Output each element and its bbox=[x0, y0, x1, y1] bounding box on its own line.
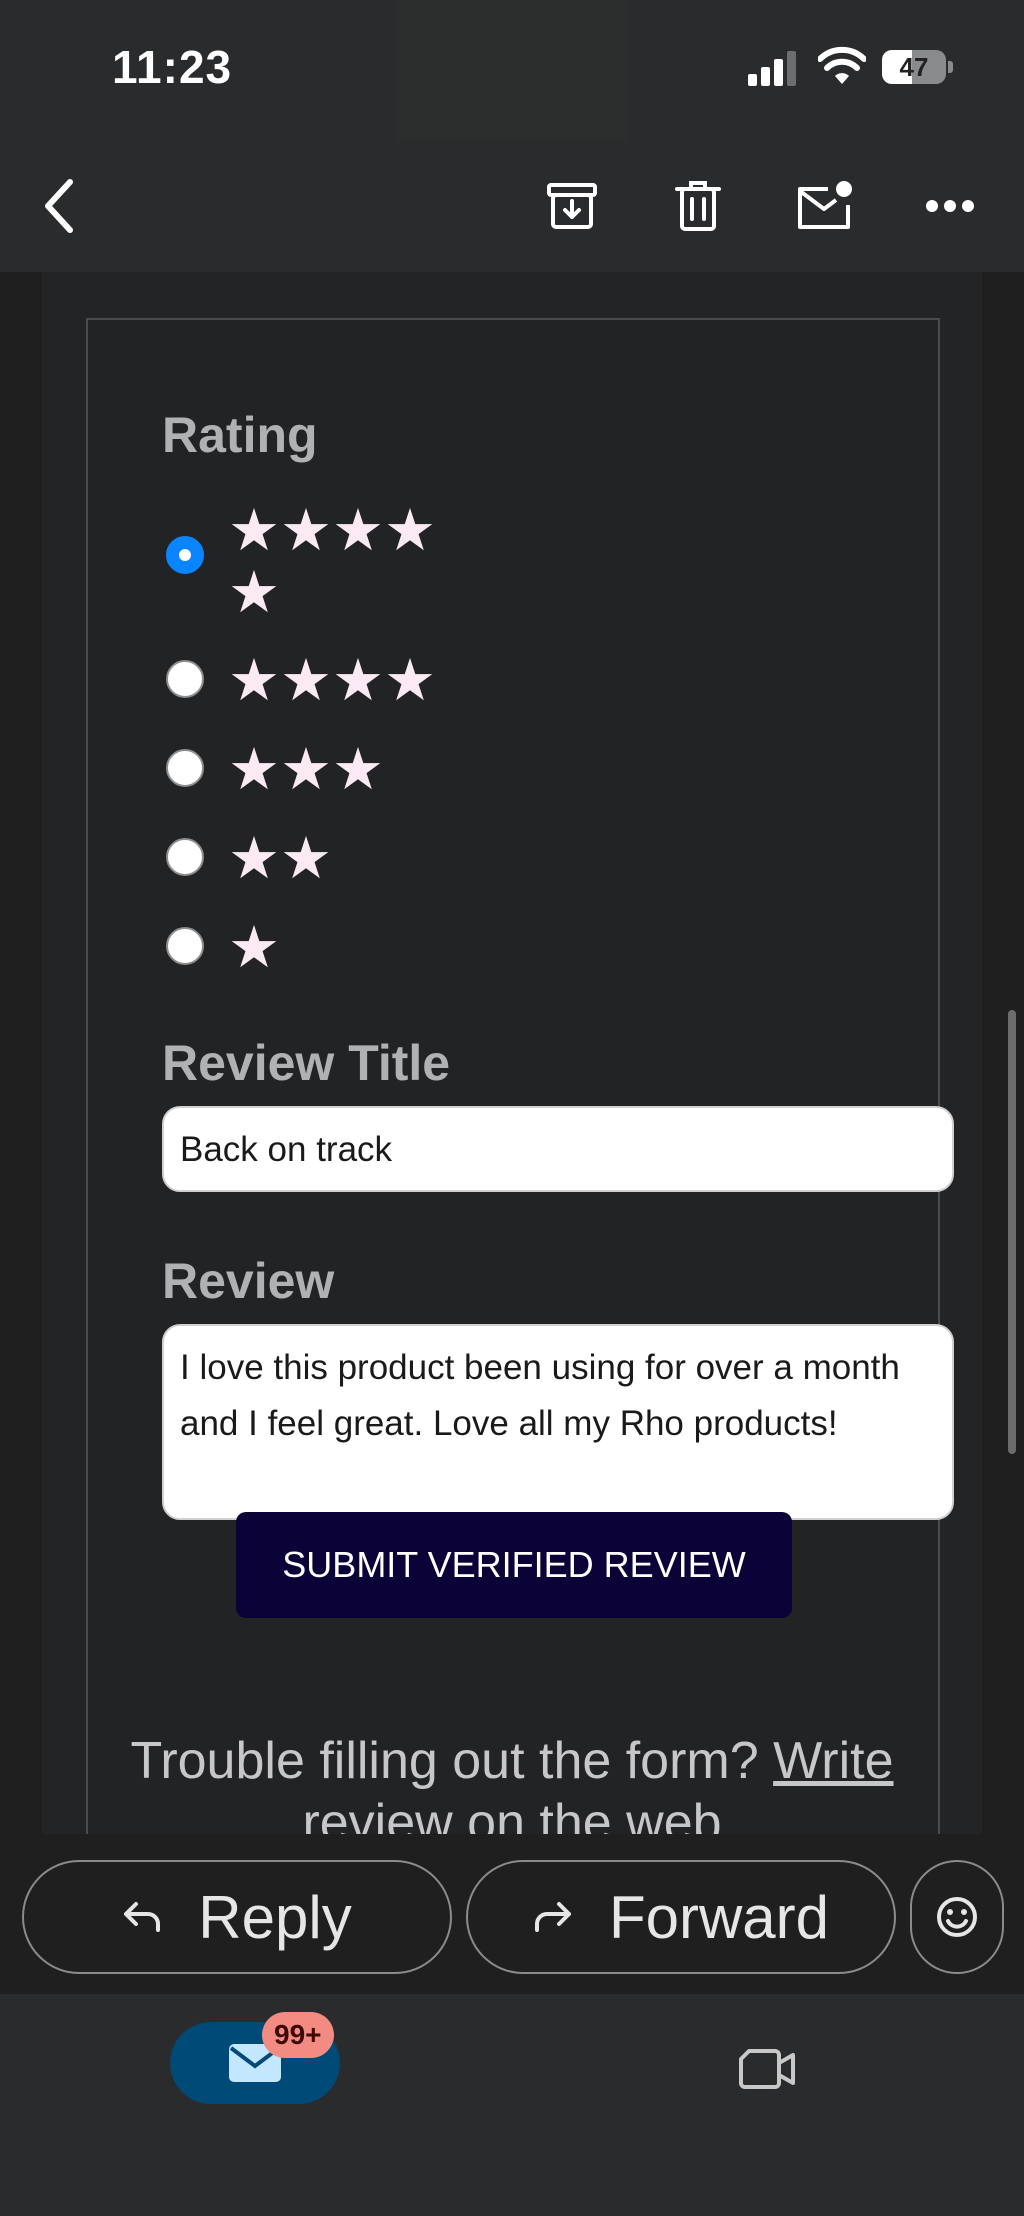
mail-unread-icon bbox=[798, 181, 852, 229]
rating-radio-2[interactable] bbox=[166, 838, 204, 876]
more-options-button[interactable] bbox=[906, 162, 994, 250]
review-textarea[interactable]: I love this product been using for over … bbox=[162, 1324, 954, 1520]
trouble-text: Trouble filling out the form? bbox=[130, 1732, 774, 1790]
rating-stars-4: ★★★★ bbox=[228, 646, 436, 714]
rating-stars-5-line2: ★ bbox=[228, 558, 280, 626]
rating-option-4[interactable]: ★★★★ bbox=[166, 648, 686, 718]
rating-option-1[interactable]: ★ bbox=[166, 915, 686, 985]
meet-tab[interactable] bbox=[724, 2034, 810, 2104]
bottom-navigation: 99+ bbox=[0, 1994, 1024, 2216]
rating-radio-1[interactable] bbox=[166, 927, 204, 965]
reply-bar: Reply Forward bbox=[0, 1834, 1024, 1994]
mark-unread-button[interactable] bbox=[780, 162, 868, 250]
rating-option-2[interactable]: ★★ bbox=[166, 826, 686, 896]
rating-stars-2: ★★ bbox=[228, 824, 332, 892]
archive-button[interactable] bbox=[528, 162, 616, 250]
rating-label: Rating bbox=[162, 407, 318, 463]
rating-radio-5[interactable] bbox=[166, 536, 204, 574]
more-horizontal-icon bbox=[926, 200, 974, 212]
rating-radio-3[interactable] bbox=[166, 749, 204, 787]
trash-icon bbox=[675, 181, 721, 231]
chevron-left-icon bbox=[45, 179, 73, 233]
unread-badge: 99+ bbox=[262, 2012, 334, 2058]
submit-review-button[interactable]: SUBMIT VERIFIED REVIEW bbox=[236, 1512, 792, 1618]
video-camera-icon bbox=[739, 2049, 795, 2089]
rating-stars-1: ★ bbox=[228, 913, 280, 981]
background-thumbnail bbox=[396, 0, 628, 150]
cellular-signal-icon bbox=[748, 51, 796, 86]
rating-option-5[interactable]: ★★★★ ★ bbox=[166, 498, 686, 628]
email-toolbar bbox=[0, 140, 1024, 272]
smiley-icon bbox=[937, 1897, 977, 1937]
status-bar: 11:23 47 bbox=[0, 0, 1024, 150]
battery-indicator: 47 bbox=[882, 50, 954, 84]
review-title-label: Review Title bbox=[162, 1035, 451, 1091]
review-label: Review bbox=[162, 1253, 335, 1309]
reply-label: Reply bbox=[198, 1883, 352, 1951]
emoji-reaction-button[interactable] bbox=[910, 1860, 1004, 1974]
battery-tip bbox=[948, 61, 953, 73]
forward-button[interactable]: Forward bbox=[466, 1860, 896, 1974]
write-review-link[interactable]: Write bbox=[773, 1732, 893, 1790]
scrollbar[interactable] bbox=[1008, 1010, 1016, 1454]
battery-body: 47 bbox=[882, 50, 946, 84]
rating-stars-3: ★★★ bbox=[228, 735, 384, 803]
review-form: Rating ★★★★ ★ ★★★★ ★★★ ★★ ★ Review Title… bbox=[86, 318, 954, 1834]
screen: 11:23 47 Rating ★★★★ ★ ★★★★ ★★★ ★★ ★ Rev… bbox=[0, 0, 1024, 2216]
status-time: 11:23 bbox=[112, 41, 233, 93]
delete-button[interactable] bbox=[654, 162, 742, 250]
rating-option-3[interactable]: ★★★ bbox=[166, 737, 686, 807]
forward-label: Forward bbox=[608, 1883, 830, 1951]
email-body: Rating ★★★★ ★ ★★★★ ★★★ ★★ ★ Review Title… bbox=[42, 272, 982, 1834]
reply-icon bbox=[124, 1902, 161, 1932]
wifi-icon bbox=[818, 46, 866, 84]
review-title-input[interactable]: Back on track bbox=[162, 1106, 954, 1192]
reply-button[interactable]: Reply bbox=[22, 1860, 452, 1974]
rating-stars-5-line1: ★★★★ bbox=[228, 496, 436, 564]
back-button[interactable] bbox=[14, 162, 102, 250]
rating-radio-4[interactable] bbox=[166, 660, 204, 698]
archive-icon bbox=[547, 183, 597, 229]
battery-percent: 47 bbox=[899, 52, 929, 82]
forward-icon bbox=[534, 1902, 571, 1932]
